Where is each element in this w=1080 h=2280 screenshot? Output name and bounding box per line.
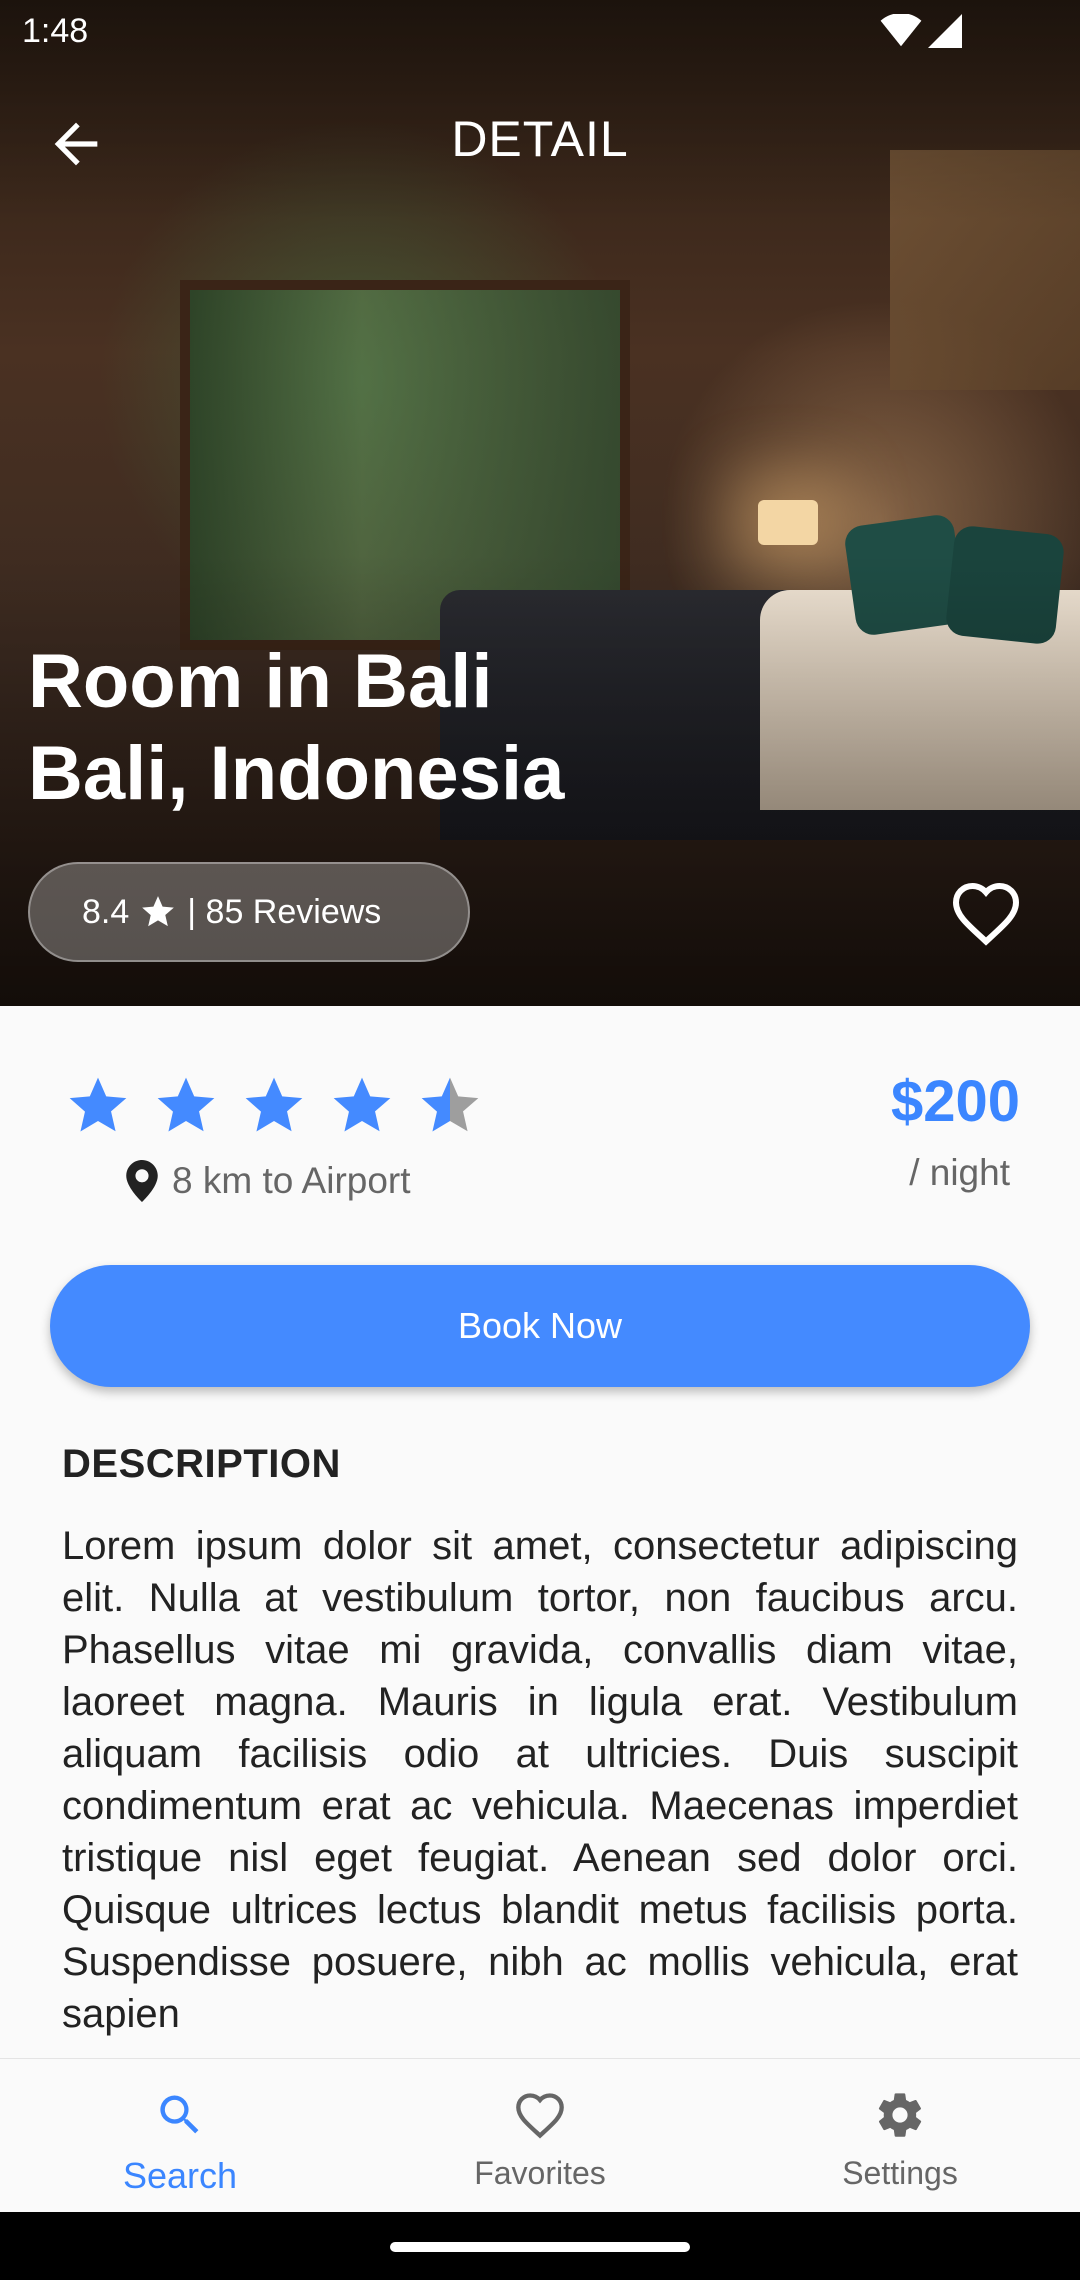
price-unit: / night: [909, 1152, 1010, 1193]
star-full-icon: [69, 1077, 127, 1132]
star-full-icon: [245, 1077, 303, 1132]
reviews-count: | 85 Reviews: [187, 892, 382, 931]
room-title-line1: Room in Bali: [28, 639, 493, 724]
signal-icon: [928, 14, 962, 48]
book-now-button[interactable]: Book Now: [50, 1265, 1030, 1387]
star-full-icon: [157, 1077, 215, 1132]
page-title: DETAIL: [451, 111, 629, 167]
price: $200: [890, 1069, 1020, 1134]
star-full-icon: [333, 1077, 391, 1132]
heart-outline-icon: [516, 2093, 564, 2139]
favorite-heart-icon[interactable]: [950, 880, 1022, 946]
rating-value: 8.4: [82, 892, 130, 931]
nav-item-settings[interactable]: Settings: [720, 2059, 1080, 2213]
home-gesture-handle[interactable]: [390, 2242, 690, 2252]
distance-text: 8 km to Airport: [172, 1160, 411, 1201]
bottom-navigation: Search Favorites Settings: [0, 2058, 1080, 2213]
status-time: 1:48: [22, 12, 89, 50]
search-icon: [160, 2095, 199, 2134]
gear-icon: [878, 2093, 922, 2137]
distance-info: 8 km to Airport: [126, 1160, 411, 1202]
room-title-line2: Bali, Indonesia: [28, 731, 565, 816]
location-pin-icon: [126, 1160, 158, 1202]
nav-item-search[interactable]: Search: [0, 2059, 360, 2213]
star-icon: [142, 896, 175, 927]
wifi-icon: [880, 14, 922, 47]
nav-label-settings: Settings: [842, 2155, 958, 2191]
status-bar: 1:48: [0, 0, 1080, 64]
nav-label-favorites: Favorites: [474, 2155, 606, 2191]
nav-item-favorites[interactable]: Favorites: [360, 2059, 720, 2213]
star-half-icon: [421, 1077, 479, 1132]
room-title: Room in Bali Bali, Indonesia: [28, 636, 564, 820]
description-text: Lorem ipsum dolor sit amet, consectetur …: [62, 1524, 1018, 2036]
description-heading: DESCRIPTION: [62, 1442, 341, 1486]
star-rating: [62, 1072, 486, 1140]
nav-label-search: Search: [122, 2155, 238, 2196]
reviews-pill[interactable]: 8.4 | 85 Reviews: [28, 862, 470, 962]
